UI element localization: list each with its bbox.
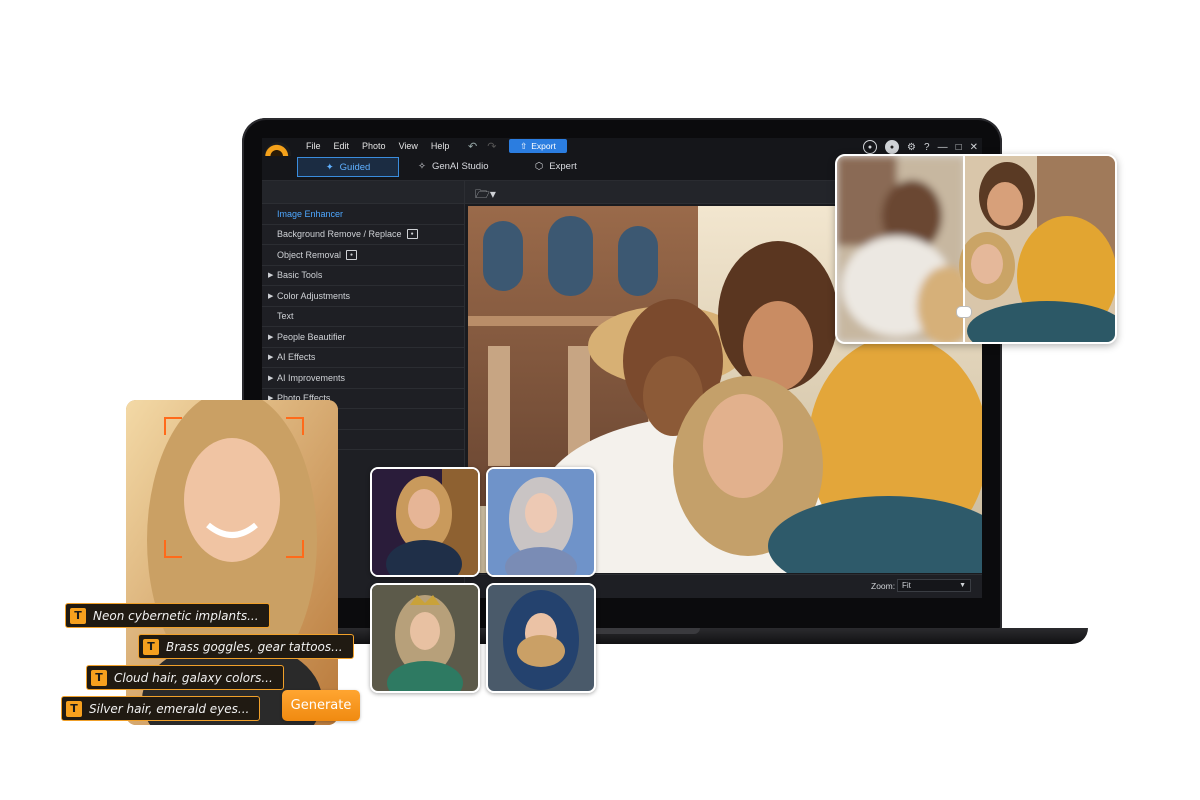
thumbnail-image — [372, 585, 478, 691]
ai-badge-icon: ● — [346, 249, 358, 260]
panel-item-people-beautifier[interactable]: ▶ People Beautifier — [262, 327, 464, 348]
account-icon[interactable]: ● — [863, 140, 878, 154]
panel-item-background-remove[interactable]: Background Remove / Replace ● — [262, 225, 464, 245]
panel-item-image-enhancer[interactable]: Image Enhancer — [262, 204, 464, 225]
zoom-select[interactable]: Fit ▼ — [897, 579, 971, 592]
zoom-value: Fit — [902, 581, 911, 590]
undo-redo-group: ↶ ↷ — [468, 140, 496, 153]
zoom-label: Zoom: — [871, 581, 896, 591]
panel-item-label: People Beautifier — [277, 331, 346, 342]
prompt-chip[interactable]: T Cloud hair, galaxy colors... — [86, 665, 284, 690]
compare-handle[interactable] — [956, 306, 972, 318]
menu-photo[interactable]: Photo — [362, 141, 386, 151]
panel-item-basic-tools[interactable]: ▶ Basic Tools — [262, 266, 464, 286]
prompt-chip[interactable]: T Neon cybernetic implants... — [65, 603, 270, 628]
thumbnail-image — [372, 469, 478, 575]
close-icon[interactable]: ✕ — [970, 142, 978, 153]
panel-item-label: AI Improvements — [277, 372, 346, 383]
settings-icon[interactable]: ⚙ — [907, 142, 916, 153]
tab-genai-studio[interactable]: ✧ GenAI Studio — [418, 157, 488, 175]
menu-help[interactable]: Help — [431, 141, 450, 151]
tab-expert-label: Expert — [549, 160, 577, 172]
panel-item-label: Color Adjustments — [277, 290, 351, 301]
chevron-down-icon: ▼ — [959, 582, 966, 589]
expand-arrow-icon: ▶ — [268, 333, 274, 341]
menu-file[interactable]: File — [306, 141, 321, 151]
tab-guided-label: Guided — [339, 161, 371, 173]
panel-item-label: AI Effects — [277, 352, 316, 363]
expand-arrow-icon: ▶ — [268, 354, 274, 362]
prompt-text: Silver hair, emerald eyes... — [89, 701, 250, 716]
cube-icon: ⬡ — [535, 160, 544, 172]
expand-arrow-icon: ▶ — [268, 292, 274, 300]
sparkle-icon: ✧ — [418, 160, 426, 172]
text-icon: T — [91, 669, 107, 686]
window-controls: ● ● ⚙ ? — □ ✕ — [863, 140, 978, 154]
text-icon: T — [70, 607, 86, 624]
magic-wand-icon: ✦ — [325, 161, 334, 173]
panel-item-color-adjustments[interactable]: ▶ Color Adjustments — [262, 286, 464, 307]
tab-genai-label: GenAI Studio — [431, 160, 489, 172]
panel-item-object-removal[interactable]: Object Removal ● — [262, 245, 464, 266]
face-detect-corner — [164, 540, 182, 558]
face-detect-corner — [164, 417, 182, 435]
panel-item-label: Basic Tools — [277, 270, 323, 281]
panel-item-ai-improvements[interactable]: ▶ AI Improvements — [262, 368, 464, 389]
style-thumbnail-cyber[interactable] — [370, 467, 480, 577]
generate-button[interactable]: Generate — [282, 690, 360, 721]
thumbnail-image — [488, 469, 594, 575]
text-icon: T — [143, 638, 159, 655]
panel-item-label: Image Enhancer — [277, 208, 344, 219]
panel-item-label: Object Removal — [277, 249, 342, 260]
ai-badge-icon: ● — [406, 229, 418, 240]
panel-item-ai-effects[interactable]: ▶ AI Effects — [262, 348, 464, 368]
tab-guided[interactable]: ✦ Guided — [297, 157, 399, 177]
face-detect-corner — [286, 540, 304, 558]
prompt-chip[interactable]: T Brass goggles, gear tattoos... — [138, 634, 354, 659]
style-thumbnail-emerald[interactable] — [370, 583, 480, 693]
before-after-photo — [837, 156, 1115, 342]
prompt-text: Brass goggles, gear tattoos... — [166, 639, 343, 654]
expand-arrow-icon: ▶ — [268, 272, 274, 280]
minimize-icon[interactable]: — — [938, 142, 948, 153]
thumbnail-image — [488, 585, 594, 691]
undo-icon[interactable]: ↶ — [468, 140, 477, 153]
style-thumbnail-galaxy[interactable] — [486, 467, 596, 577]
menu-bar: File Edit Photo View Help — [306, 141, 449, 151]
panel-item-text[interactable]: Text — [262, 307, 464, 327]
redo-icon[interactable]: ↷ — [487, 140, 496, 153]
tab-expert[interactable]: ⬡ Expert — [535, 157, 577, 175]
prompt-chip[interactable]: T Silver hair, emerald eyes... — [61, 696, 261, 721]
upload-icon: ⇧ — [520, 140, 528, 151]
panel-item-label: Background Remove / Replace — [277, 229, 402, 240]
menu-view[interactable]: View — [399, 141, 418, 151]
help-icon[interactable]: ? — [924, 142, 930, 153]
export-button[interactable]: ⇧ Export — [509, 139, 567, 153]
maximize-icon[interactable]: □ — [956, 142, 962, 153]
panel-item-label: Text — [277, 311, 294, 322]
text-icon: T — [66, 700, 82, 717]
before-after-preview — [835, 154, 1117, 344]
face-detect-corner — [286, 417, 304, 435]
expand-arrow-icon: ▶ — [268, 374, 274, 382]
left-panel-header — [262, 181, 464, 204]
menu-edit[interactable]: Edit — [334, 141, 350, 151]
export-label: Export — [531, 141, 556, 151]
style-thumbnail-hooded[interactable] — [486, 583, 596, 693]
open-folder-icon[interactable]: 🗁▾ — [475, 185, 497, 201]
prompt-text: Neon cybernetic implants... — [93, 608, 259, 623]
prompt-text: Cloud hair, galaxy colors... — [114, 670, 273, 685]
notification-icon[interactable]: ● — [885, 140, 900, 154]
